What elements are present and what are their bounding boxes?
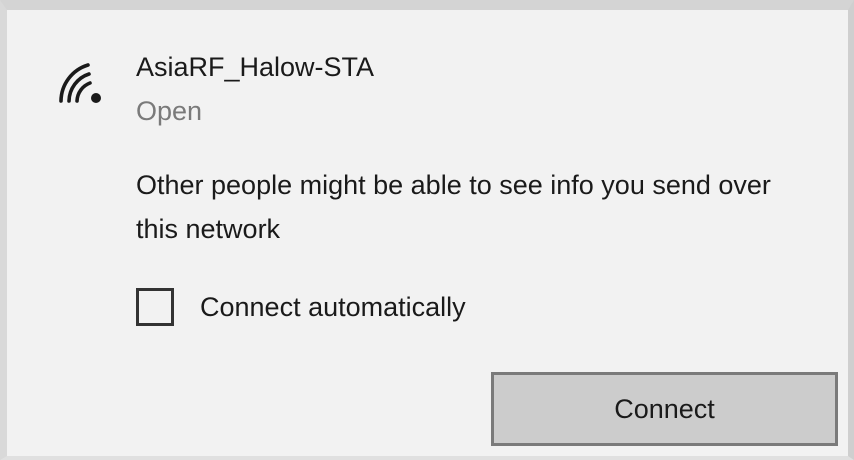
connect-automatically-option[interactable]: Connect automatically	[136, 285, 466, 329]
connect-button[interactable]: Connect	[491, 372, 838, 446]
connect-automatically-label: Connect automatically	[200, 291, 466, 322]
wifi-signal-icon	[55, 56, 111, 108]
network-name: AsiaRF_Halow-STA	[136, 52, 375, 82]
network-flyout-panel: AsiaRF_Halow-STA Open Other people might…	[0, 0, 854, 460]
network-security-status: Open	[136, 96, 203, 126]
connect-automatically-checkbox[interactable]	[136, 288, 174, 326]
security-warning-text: Other people might be able to see info y…	[136, 170, 771, 244]
